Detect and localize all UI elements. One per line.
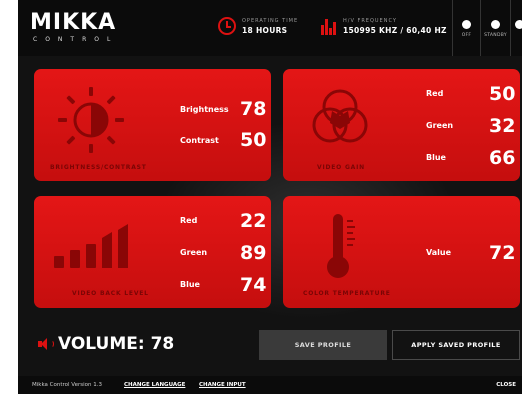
brightness-value: 78 xyxy=(240,98,267,120)
brightness-contrast-card[interactable]: Brightness 78 Contrast 50 BRIGHTNESS/CON… xyxy=(34,69,271,181)
temperature-label: Value xyxy=(426,248,452,257)
gain-blue-label: Blue xyxy=(426,153,446,162)
volume-text: VOLUME: 78 xyxy=(58,334,175,354)
version-text: Mikka Control Version 1.3 xyxy=(32,382,103,388)
extra-dot-icon xyxy=(515,20,522,29)
back-blue-value: 74 xyxy=(240,274,267,296)
brightness-label: Brightness xyxy=(180,105,229,114)
video-back-level-title: VIDEO BACK LEVEL xyxy=(72,290,149,297)
gain-green-value: 32 xyxy=(489,115,516,137)
hv-frequency-value: 150995 KHZ / 60,40 HZ xyxy=(343,25,447,35)
signal-bars-icon xyxy=(54,224,128,268)
volume-control[interactable]: VOLUME: 78 xyxy=(38,334,174,354)
speaker-icon xyxy=(38,338,54,350)
standby-button[interactable]: STANDBY xyxy=(480,0,510,56)
close-button[interactable]: CLOSE xyxy=(496,382,516,388)
change-input-link[interactable]: CHANGE INPUT xyxy=(199,382,246,388)
change-language-link[interactable]: CHANGE LANGUAGE xyxy=(124,382,185,388)
logo-subtext: CONTROL xyxy=(33,36,119,43)
brightness-contrast-title: BRIGHTNESS/CONTRAST xyxy=(50,164,147,171)
thermometer-icon xyxy=(327,214,355,278)
back-green-value: 89 xyxy=(240,242,267,264)
operating-time: OPERATING TIME 18 HOURS xyxy=(218,17,298,35)
gain-red-value: 50 xyxy=(489,83,516,105)
standby-button-label: STANDBY xyxy=(484,33,507,38)
contrast-value: 50 xyxy=(240,129,267,151)
hv-frequency-label: H/V FREQUENCY xyxy=(343,17,397,24)
gain-blue-value: 66 xyxy=(489,147,516,169)
back-green-label: Green xyxy=(180,248,208,257)
app-window: MIKKA CONTROL OPERATING TIME 18 HOURS H/… xyxy=(18,0,522,394)
extra-header-button[interactable] xyxy=(510,0,522,56)
gain-red-label: Red xyxy=(426,89,444,98)
footer-bar: Mikka Control Version 1.3 CHANGE LANGUAG… xyxy=(18,376,522,394)
video-gain-title: VIDEO GAIN xyxy=(317,164,365,171)
clock-icon xyxy=(218,17,236,35)
frequency-icon xyxy=(321,17,337,35)
operating-time-label: OPERATING TIME xyxy=(242,17,299,24)
temperature-value: 72 xyxy=(489,242,516,264)
video-back-level-card[interactable]: Red 22 Green 89 Blue 74 VIDEO BACK LEVEL xyxy=(34,196,271,308)
back-blue-label: Blue xyxy=(180,280,200,289)
brightness-contrast-icon xyxy=(58,87,124,153)
color-temperature-title: COLOR TEMPERATURE xyxy=(303,290,391,297)
off-button-label: OFF xyxy=(461,33,472,38)
back-red-label: Red xyxy=(180,216,198,225)
hv-frequency: H/V FREQUENCY 150995 KHZ / 60,40 HZ xyxy=(321,17,447,35)
power-off-icon xyxy=(462,20,471,29)
back-red-value: 22 xyxy=(240,210,267,232)
gain-green-label: Green xyxy=(426,121,454,130)
off-button[interactable]: OFF xyxy=(452,0,480,56)
contrast-label: Contrast xyxy=(180,136,219,145)
logo: MIKKA CONTROL xyxy=(30,10,119,44)
color-temperature-card[interactable]: Value 72 COLOR TEMPERATURE xyxy=(283,196,520,308)
logo-text: MIKKA xyxy=(30,10,117,35)
save-profile-button[interactable]: SAVE PROFILE xyxy=(259,330,387,360)
apply-saved-profile-button[interactable]: APPLY SAVED PROFILE xyxy=(392,330,520,360)
standby-icon xyxy=(491,20,500,29)
header-bar: MIKKA CONTROL OPERATING TIME 18 HOURS H/… xyxy=(18,0,522,56)
rgb-circles-icon xyxy=(312,89,368,143)
operating-time-value: 18 HOURS xyxy=(242,25,288,35)
video-gain-card[interactable]: Red 50 Green 32 Blue 66 VIDEO GAIN xyxy=(283,69,520,181)
